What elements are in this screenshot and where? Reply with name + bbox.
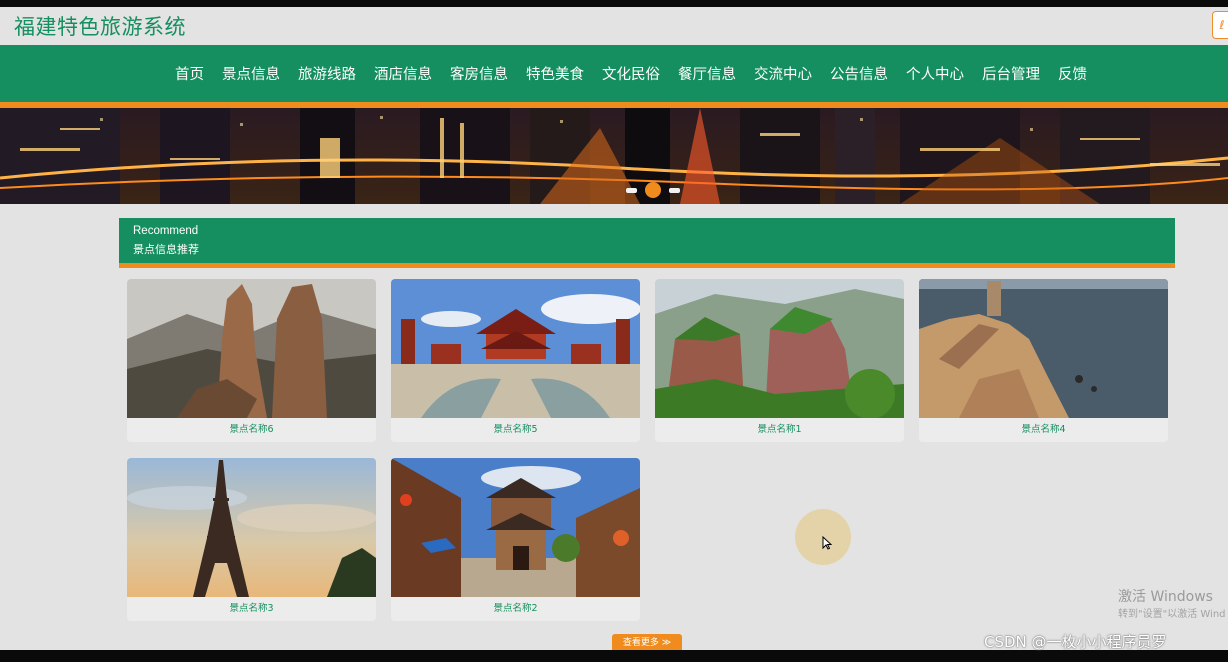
attraction-image-green-cliffs [655, 279, 904, 418]
nav-items: 首页 景点信息 旅游线路 酒店信息 客房信息 特色美食 文化民俗 餐厅信息 交流… [175, 45, 1105, 102]
view-more-button[interactable]: 查看更多 ≫ [612, 634, 682, 650]
windows-activation-hint: 转到"设置"以激活 Wind [1118, 609, 1226, 620]
main-nav: 首页 景点信息 旅游线路 酒店信息 客房信息 特色美食 文化民俗 餐厅信息 交流… [0, 45, 1228, 102]
attraction-caption[interactable]: 景点名称3 [127, 597, 376, 621]
nav-item-notices[interactable]: 公告信息 [830, 63, 888, 84]
attraction-image-temple [391, 279, 640, 418]
section-title-zh: 景点信息推荐 [133, 243, 199, 256]
banner-city-night-image [0, 108, 1228, 204]
attraction-caption[interactable]: 景点名称2 [391, 597, 640, 621]
site-title[interactable]: 福建特色旅游系统 [14, 11, 186, 41]
attraction-card-2[interactable]: 景点名称5 [391, 279, 640, 442]
attraction-image-rock-peaks [127, 279, 376, 418]
section-accent-line [119, 263, 1175, 268]
carousel-dots [622, 182, 684, 198]
header: 福建特色旅游系统 ℓ [0, 7, 1228, 45]
csdn-watermark: CSDN @一枚小小程序员罗 [984, 633, 1167, 651]
carousel-dot-2-active[interactable] [645, 182, 661, 198]
carousel-dot-3[interactable] [669, 187, 680, 193]
nav-item-food[interactable]: 特色美食 [526, 63, 584, 84]
attraction-image-eiffel-tower [127, 458, 376, 597]
nav-item-feedback[interactable]: 反馈 [1058, 63, 1087, 84]
banner-carousel[interactable] [0, 108, 1228, 204]
attraction-caption[interactable]: 景点名称4 [919, 418, 1168, 442]
mouse-cursor-icon [822, 536, 832, 550]
attraction-card-1[interactable]: 景点名称6 [127, 279, 376, 442]
nav-item-routes[interactable]: 旅游线路 [298, 63, 356, 84]
windows-activation-watermark: 激活 Windows [1118, 589, 1213, 605]
attraction-caption[interactable]: 景点名称5 [391, 418, 640, 442]
top-letterbox [0, 0, 1228, 7]
attraction-card-4[interactable]: 景点名称4 [919, 279, 1168, 442]
carousel-dot-1[interactable] [626, 187, 637, 193]
nav-item-rooms[interactable]: 客房信息 [450, 63, 508, 84]
attraction-image-sea-cliff [919, 279, 1168, 418]
attraction-card-6[interactable]: 景点名称2 [391, 458, 640, 621]
attraction-caption[interactable]: 景点名称1 [655, 418, 904, 442]
nav-item-home[interactable]: 首页 [175, 63, 204, 84]
attraction-card-5[interactable]: 景点名称3 [127, 458, 376, 621]
nav-item-hotels[interactable]: 酒店信息 [374, 63, 432, 84]
attraction-card-3[interactable]: 景点名称1 [655, 279, 904, 442]
nav-item-culture[interactable]: 文化民俗 [602, 63, 660, 84]
nav-item-forum[interactable]: 交流中心 [754, 63, 812, 84]
attraction-image-old-town [391, 458, 640, 597]
section-title-en: Recommend [133, 225, 199, 237]
nav-item-restaurants[interactable]: 餐厅信息 [678, 63, 736, 84]
nav-item-attractions[interactable]: 景点信息 [222, 63, 280, 84]
attraction-caption[interactable]: 景点名称6 [127, 418, 376, 442]
nav-item-profile[interactable]: 个人中心 [906, 63, 964, 84]
login-corner-button[interactable]: ℓ [1212, 11, 1228, 39]
section-header: Recommend 景点信息推荐 [119, 218, 1175, 263]
nav-item-admin[interactable]: 后台管理 [982, 63, 1040, 84]
